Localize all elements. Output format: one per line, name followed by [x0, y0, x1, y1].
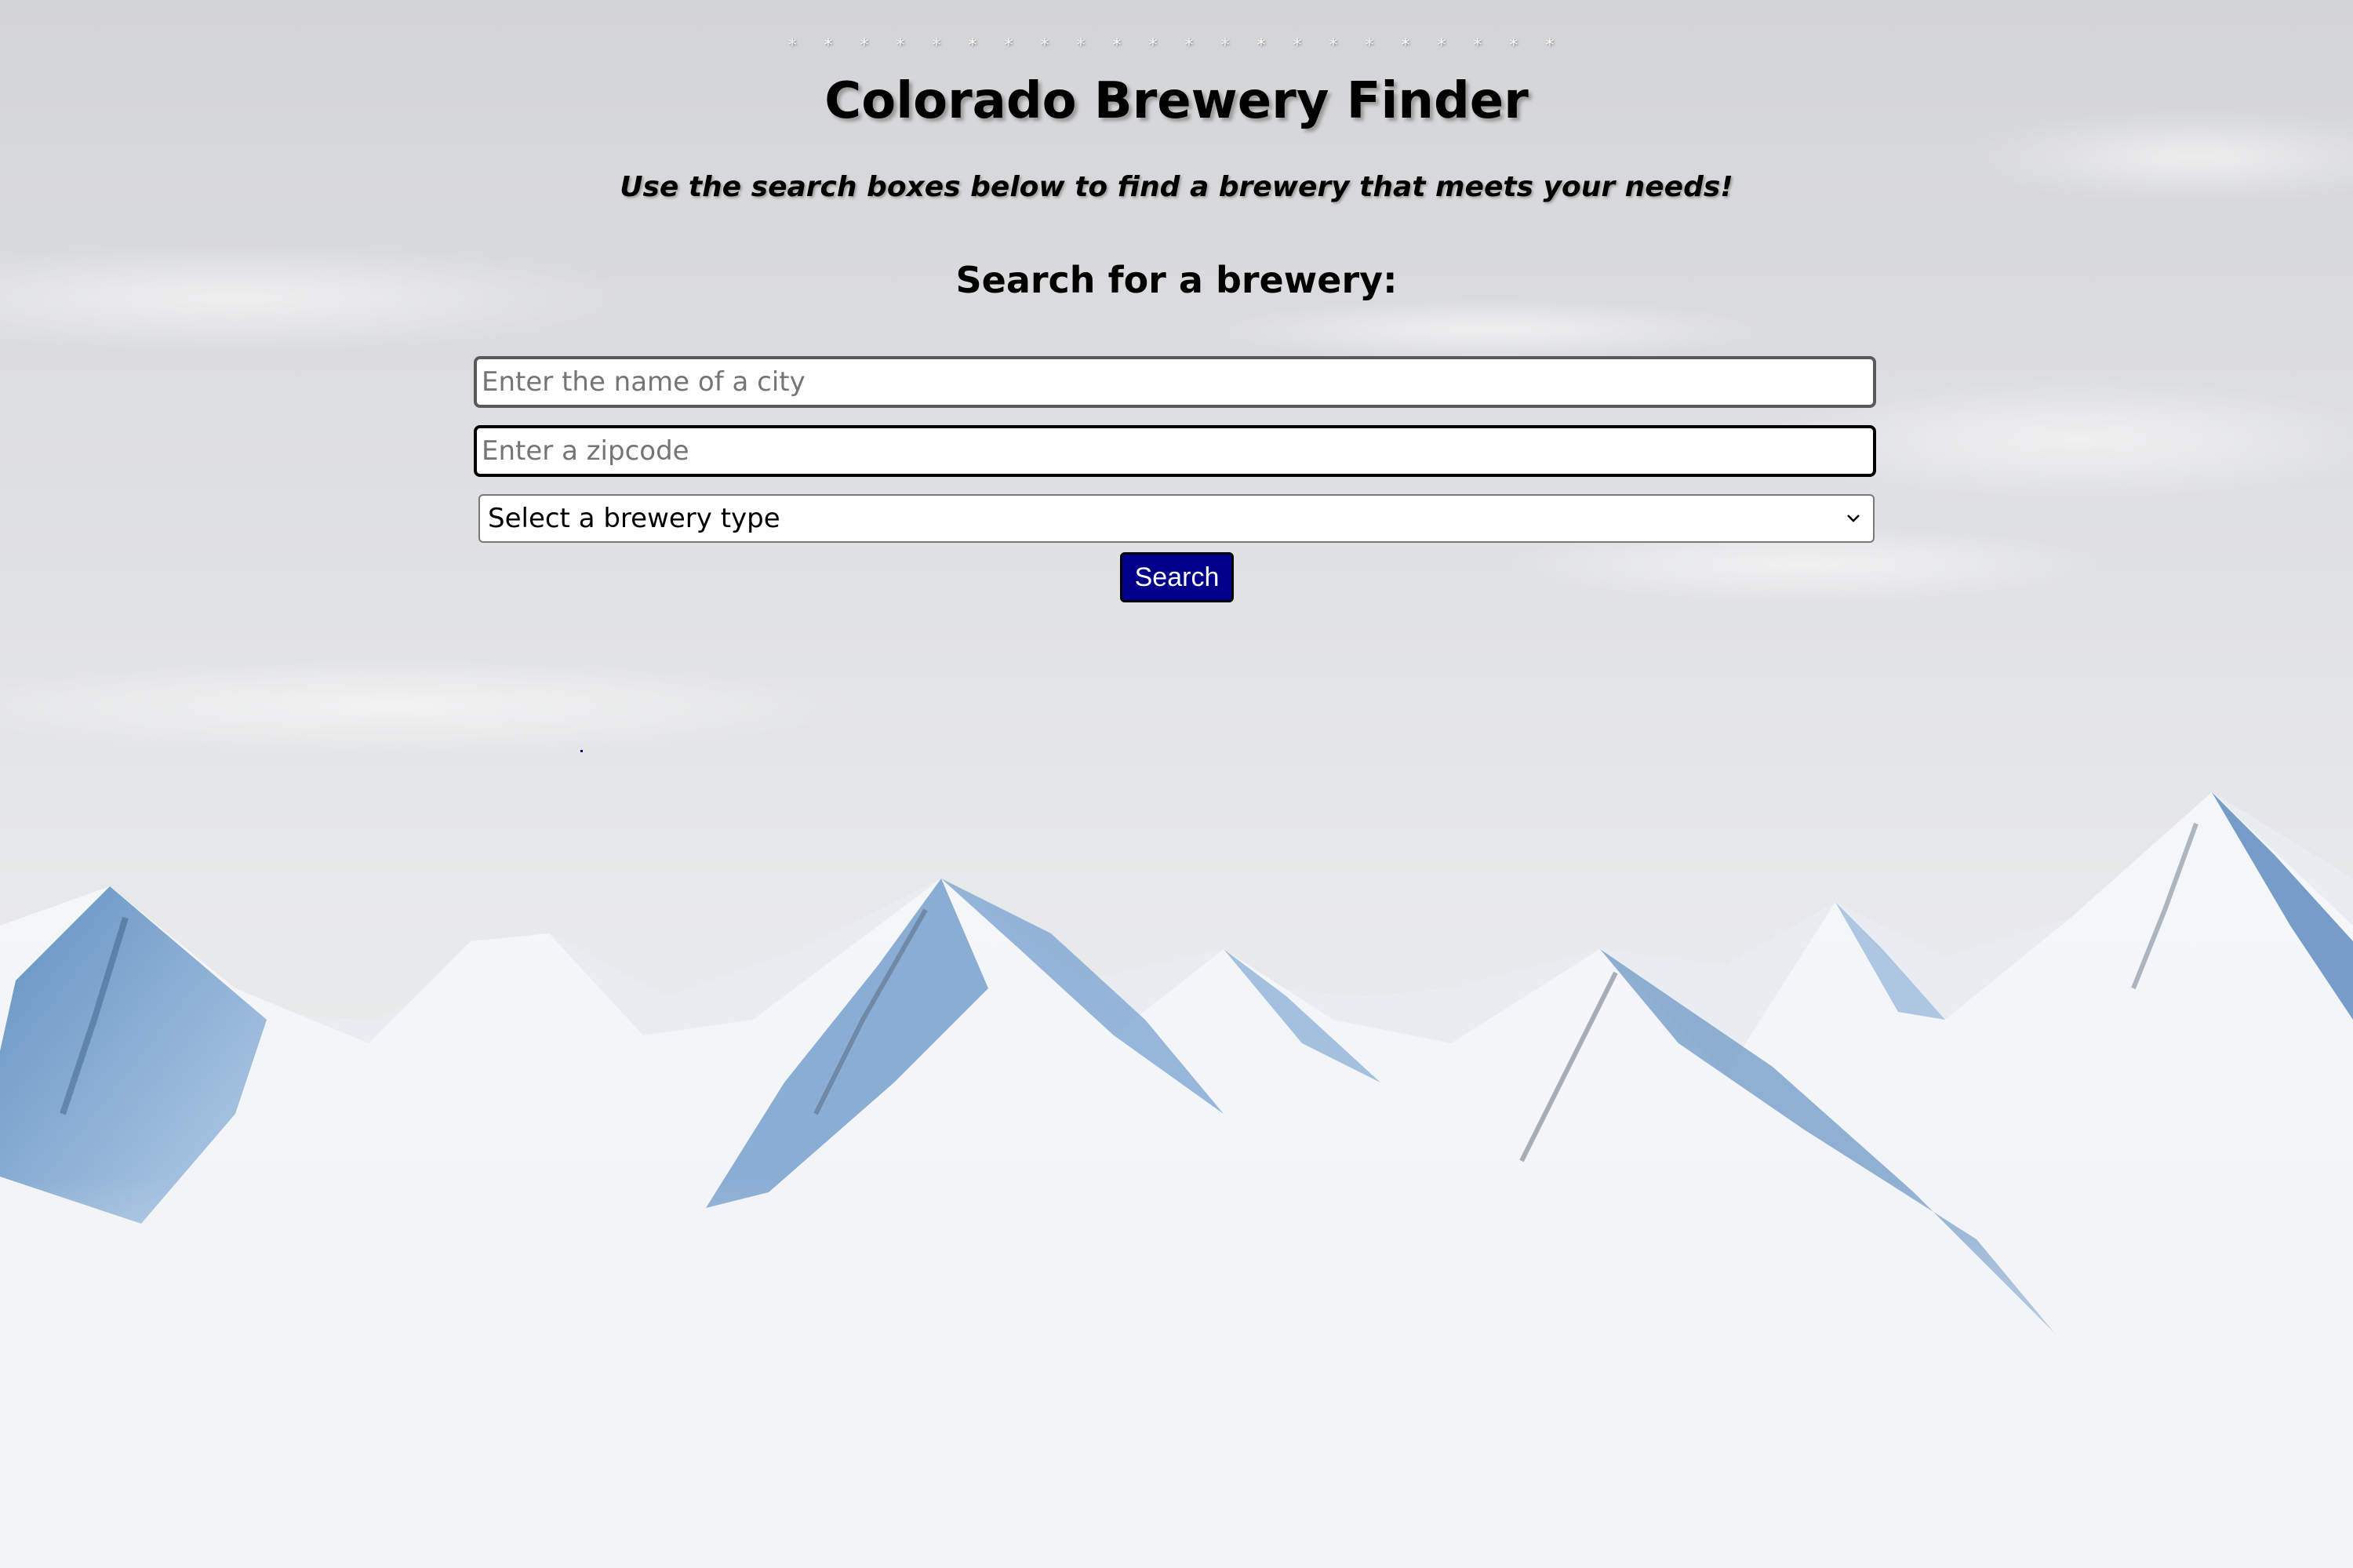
page-subtitle: Use the search boxes below to find a bre… [620, 171, 1733, 203]
brewery-type-selected-value: Select a brewery type [488, 503, 780, 534]
search-heading: Search for a brewery: [955, 259, 1398, 301]
chevron-down-icon [1842, 507, 1865, 530]
page-title: Colorado Brewery Finder [824, 72, 1529, 130]
mountain-range-image [0, 792, 2353, 1568]
city-input[interactable] [474, 356, 1876, 408]
stray-dot [580, 750, 583, 752]
search-button[interactable]: Search [1120, 552, 1234, 602]
brewery-type-select[interactable]: Select a brewery type [478, 494, 1875, 543]
zipcode-input[interactable] [474, 425, 1876, 477]
header-ornament: * * * * * * * * * * * * * * * * * * * * … [787, 36, 1566, 56]
